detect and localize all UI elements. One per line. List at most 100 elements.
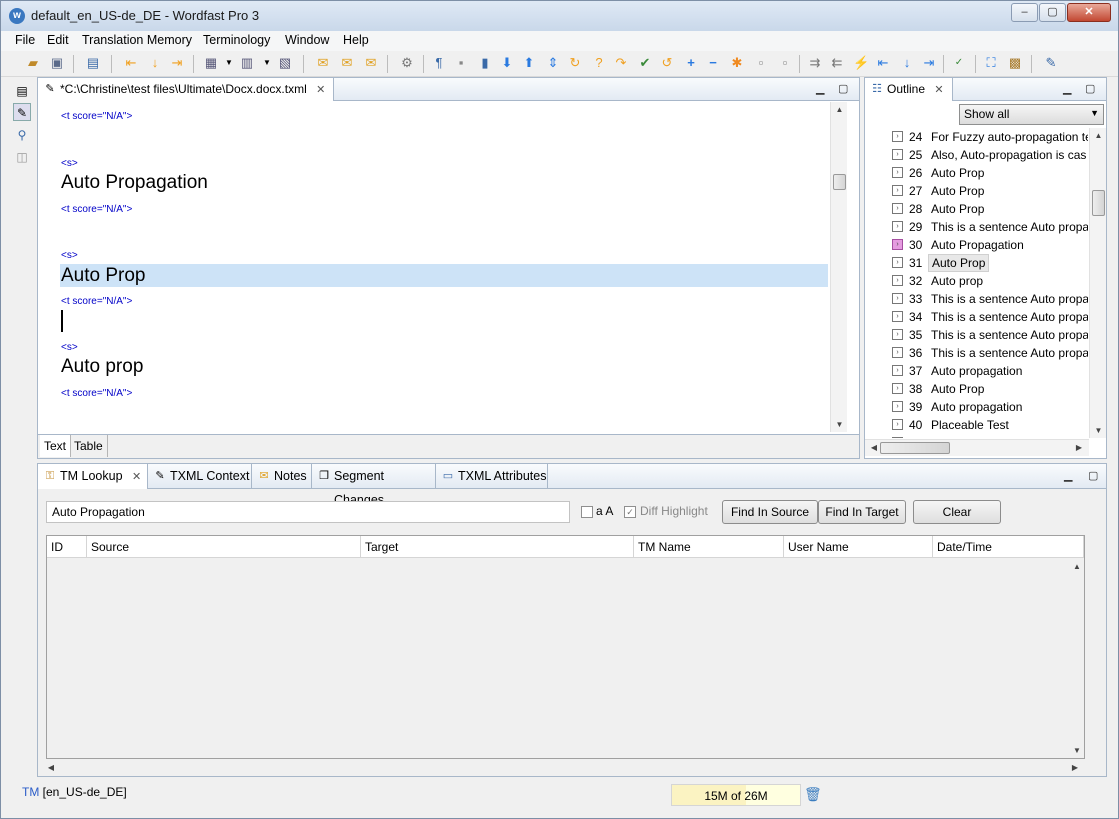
save-icon[interactable]: ▣: [49, 55, 65, 71]
menu-window[interactable]: Window: [285, 33, 329, 47]
tm-icon[interactable]: ▮: [477, 55, 493, 71]
column-header-date-time[interactable]: Date/Time: [933, 536, 1084, 558]
diff-highlight-checkbox[interactable]: ✓: [624, 506, 636, 518]
pilcrow-icon[interactable]: ¶: [431, 55, 447, 71]
column-header-source[interactable]: Source: [87, 536, 361, 558]
scroll-up-icon[interactable]: ▲: [1070, 559, 1084, 574]
arrow-up-icon[interactable]: ⬆: [521, 55, 537, 71]
close-tab-icon[interactable]: ✕: [316, 79, 325, 101]
menu-help[interactable]: Help: [343, 33, 369, 47]
maximize-button[interactable]: ▢: [1039, 3, 1066, 22]
notes-icon[interactable]: ✉: [315, 55, 331, 71]
outline-row[interactable]: › 24 For Fuzzy auto-propagation te: [865, 128, 1088, 146]
scroll-left-icon[interactable]: ◀: [867, 440, 881, 455]
find-in-source-button[interactable]: Find In Source: [722, 500, 818, 524]
outline-row[interactable]: › 40 Placeable Test: [865, 416, 1088, 434]
scroll-down-icon[interactable]: ▼: [1090, 423, 1107, 438]
column-header-tm-name[interactable]: TM Name: [634, 536, 784, 558]
column-header-target[interactable]: Target: [361, 536, 634, 558]
scroll-up-icon[interactable]: ▲: [1090, 128, 1107, 143]
outline-row[interactable]: › 37 Auto propagation: [865, 362, 1088, 380]
tab-document[interactable]: ✎ *C:\Christine\test files\Ultimate\Docx…: [38, 78, 335, 101]
chevron-down-icon[interactable]: ▼: [259, 55, 275, 71]
scroll-left-icon[interactable]: ◀: [44, 760, 58, 775]
menu-edit[interactable]: Edit: [47, 33, 69, 47]
puzzle-icon[interactable]: ▩: [1007, 55, 1023, 71]
tab-txml-attributes[interactable]: ▭ TXML Attributes: [436, 464, 548, 489]
scroll-up-icon[interactable]: ▲: [831, 102, 848, 117]
arrow-down-icon[interactable]: ↓: [147, 55, 163, 71]
tab-notes[interactable]: ✉ Notes: [252, 464, 312, 489]
scroll-thumb[interactable]: [1092, 190, 1105, 216]
arrow-right-icon[interactable]: ⇥: [169, 55, 185, 71]
segment-icon[interactable]: ▪: [453, 55, 469, 71]
minimize-panel-icon[interactable]: ▁: [1063, 82, 1071, 95]
outline-row[interactable]: › 38 Auto Prop: [865, 380, 1088, 398]
propagate-icon[interactable]: ↷: [613, 55, 629, 71]
minus-icon[interactable]: −: [705, 55, 721, 71]
restore-view-icon[interactable]: ▤: [13, 81, 31, 99]
edit-icon[interactable]: ✎: [1043, 55, 1059, 71]
chevron-down-icon[interactable]: ▼: [221, 55, 237, 71]
scroll-right-icon[interactable]: ▶: [1072, 440, 1086, 455]
grid-icon[interactable]: ▥: [239, 55, 255, 71]
tab-text[interactable]: Text: [40, 435, 72, 457]
close-tab-icon[interactable]: ✕: [934, 79, 943, 101]
tab-tm-lookup[interactable]: ⚿ TM Lookup ✕: [38, 464, 148, 489]
scroll-thumb[interactable]: [833, 174, 846, 190]
menu-translation-memory[interactable]: Translation Memory: [82, 33, 192, 47]
expand-vertical-icon[interactable]: ⇕: [545, 55, 561, 71]
minimize-panel-icon[interactable]: ▁: [816, 82, 824, 95]
note-remove-icon[interactable]: ✉: [363, 55, 379, 71]
open-folder-icon[interactable]: ▰: [25, 55, 41, 71]
outline-row[interactable]: › 34 This is a sentence Auto propa: [865, 308, 1088, 326]
undo-history-icon[interactable]: ↺: [659, 55, 675, 71]
join-icon[interactable]: ⇉: [807, 55, 823, 71]
tab-txml-context[interactable]: ✎ TXML Context: [148, 464, 252, 489]
scroll-right-icon[interactable]: ▶: [1068, 760, 1082, 775]
outline-row[interactable]: › 41 This sentence has several: [865, 434, 1088, 438]
tab-table[interactable]: Table: [70, 435, 108, 457]
find-in-target-button[interactable]: Find In Target: [818, 500, 906, 524]
grid-export-icon[interactable]: ▧: [277, 55, 293, 71]
plus-icon[interactable]: +: [683, 55, 699, 71]
close-button[interactable]: ✕: [1067, 3, 1111, 22]
scroll-thumb[interactable]: [880, 442, 950, 454]
source-segment-selected[interactable]: Auto Prop: [60, 264, 828, 287]
check-icon[interactable]: ✔: [637, 55, 653, 71]
lock-icon[interactable]: ▫: [753, 55, 769, 71]
unknown-query-icon[interactable]: ?: [591, 55, 607, 71]
split-icon[interactable]: ⇇: [829, 55, 845, 71]
outline-row[interactable]: › 30 Auto Propagation: [865, 236, 1088, 254]
search-view-icon[interactable]: ⚲: [13, 125, 31, 143]
maximize-panel-icon[interactable]: ▢: [1088, 469, 1098, 482]
editor-vertical-scrollbar[interactable]: ▲ ▼: [830, 102, 847, 432]
outline-row[interactable]: › 36 This is a sentence Auto propa: [865, 344, 1088, 362]
editor-content[interactable]: <t score="N/A"> <s> Auto Propagation <t …: [38, 102, 830, 432]
outline-row[interactable]: › 29 This is a sentence Auto propa: [865, 218, 1088, 236]
minimize-panel-icon[interactable]: ▁: [1064, 469, 1072, 482]
close-tab-icon[interactable]: ✕: [132, 465, 141, 489]
outline-horizontal-scrollbar[interactable]: ◀ ▶: [865, 439, 1089, 456]
go-last-icon[interactable]: ⇥: [921, 55, 937, 71]
note-add-icon[interactable]: ✉: [339, 55, 355, 71]
scroll-down-icon[interactable]: ▼: [1070, 743, 1084, 758]
outline-row[interactable]: › 39 Auto propagation: [865, 398, 1088, 416]
source-segment[interactable]: Auto Propagation: [61, 172, 208, 194]
tm-search-input[interactable]: Auto Propagation: [46, 501, 570, 523]
minimize-button[interactable]: –: [1011, 3, 1038, 22]
scroll-down-icon[interactable]: ▼: [831, 417, 848, 432]
outline-row[interactable]: › 28 Auto Prop: [865, 200, 1088, 218]
menu-file[interactable]: File: [15, 33, 35, 47]
outline-row[interactable]: › 31 Auto Prop: [865, 254, 1088, 272]
trash-icon[interactable]: 🗑: [804, 786, 822, 803]
clear-button[interactable]: Clear: [913, 500, 1001, 524]
menu-terminology[interactable]: Terminology: [203, 33, 270, 47]
document-icon[interactable]: ▦: [203, 55, 219, 71]
outline-row[interactable]: › 35 This is a sentence Auto propa: [865, 326, 1088, 344]
database-view-icon[interactable]: ◫: [13, 147, 31, 165]
go-down-icon[interactable]: ↓: [899, 55, 915, 71]
outline-row[interactable]: › 26 Auto Prop: [865, 164, 1088, 182]
arrow-left-icon[interactable]: ⇤: [123, 55, 139, 71]
maximize-panel-icon[interactable]: ▢: [1085, 82, 1095, 95]
